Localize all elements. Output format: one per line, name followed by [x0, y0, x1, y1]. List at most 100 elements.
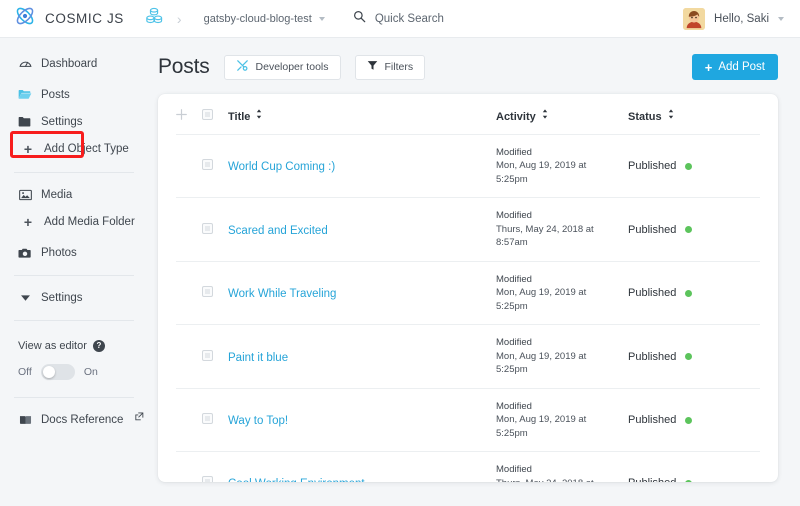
sidebar-item-settings[interactable]: Settings — [0, 285, 148, 311]
row-checkbox[interactable] — [202, 413, 213, 425]
plus-icon: + — [23, 214, 33, 230]
quick-search-label: Quick Search — [374, 12, 444, 25]
sort-arrows-icon — [668, 109, 674, 122]
row-checkbox[interactable] — [202, 349, 213, 361]
toggle-off-label: Off — [18, 366, 32, 378]
table-row: Paint it blue Modified Mon, Aug 19, 2019 a… — [176, 324, 760, 389]
user-menu[interactable]: Hello, Saki — [683, 7, 800, 30]
bucket-selector[interactable]: gatsby-cloud-blog-test — [204, 13, 325, 25]
row-move-cell — [176, 134, 202, 199]
sidebar-item-label: Add Object Type — [44, 143, 129, 155]
move-icon[interactable] — [176, 109, 187, 123]
sidebar-item-label: Posts — [41, 88, 70, 101]
post-title-link[interactable]: Work While Traveling — [228, 288, 336, 300]
app-root: COSMIC JS › gatsby-cloud-blog-test Quick… — [0, 0, 800, 506]
view-as-editor-toggle[interactable] — [40, 364, 75, 380]
status-dot-icon — [685, 416, 693, 424]
row-activity-cell: Modified Mon, Aug 19, 2019 at 5:25pm — [496, 261, 628, 326]
table-body: World Cup Coming :) Modified Mon, Aug 19, … — [176, 134, 760, 482]
brand-logo[interactable]: COSMIC JS — [0, 5, 124, 32]
post-title-link[interactable]: Scared and Excited — [228, 225, 328, 237]
row-checkbox[interactable] — [202, 476, 213, 482]
row-move-cell — [176, 388, 202, 453]
row-checkbox[interactable] — [202, 222, 213, 234]
sidebar: Dashboard Posts Settings + Add Object Ty… — [0, 38, 148, 506]
post-title-link[interactable]: Cool Working Environment — [228, 478, 365, 482]
row-activity-cell: Modified Mon, Aug 19, 2019 at 5:25pm — [496, 134, 628, 199]
sidebar-item-dashboard[interactable]: Dashboard — [0, 50, 148, 77]
row-checkbox[interactable] — [202, 286, 213, 298]
activity-date: Mon, Aug 19, 2019 at — [496, 287, 587, 299]
image-icon — [18, 189, 32, 201]
activity-time: 5:25pm — [496, 300, 528, 312]
post-title-link[interactable]: Paint it blue — [228, 352, 288, 364]
post-title-link[interactable]: Way to Top! — [228, 415, 288, 427]
camera-icon — [18, 247, 32, 259]
column-activity[interactable]: Activity — [496, 94, 628, 135]
help-icon[interactable]: ? — [92, 340, 105, 352]
row-title-cell: World Cup Coming :) — [228, 134, 496, 199]
status-dot-icon — [685, 162, 693, 170]
activity-date: Thurs, May 24, 2018 at — [496, 223, 594, 235]
sidebar-item-posts[interactable]: Posts — [0, 81, 148, 108]
bucket-breadcrumb[interactable]: › gatsby-cloud-blog-test — [146, 7, 325, 30]
column-status-label: Status — [628, 111, 662, 123]
column-status[interactable]: Status — [628, 94, 760, 135]
status-badge: Published — [628, 414, 677, 427]
toggle-knob — [42, 366, 55, 378]
add-post-button[interactable]: + Add Post — [691, 54, 778, 80]
post-title-link[interactable]: World Cup Coming :) — [228, 161, 335, 173]
status-badge: Published — [628, 160, 677, 173]
posts-table-card: Title Activity Status World Cup Coming:… — [158, 94, 778, 482]
status-badge: Published — [628, 287, 677, 300]
row-select-cell — [202, 324, 228, 389]
row-select-cell — [202, 388, 228, 453]
activity-label: Modified — [496, 210, 532, 222]
row-title-cell: Work While Traveling — [228, 261, 496, 326]
toggle-on-label: On — [83, 366, 98, 378]
filters-button[interactable]: Filters — [354, 54, 426, 80]
atom-logo-icon — [14, 5, 36, 32]
sidebar-item-add-object-type[interactable]: + Add Object Type — [0, 135, 148, 163]
folder-icon — [18, 115, 32, 128]
row-status-cell: Published — [628, 261, 760, 326]
row-checkbox[interactable] — [202, 159, 213, 171]
activity-date: Mon, Aug 19, 2019 at — [496, 160, 587, 172]
row-status-cell: Published — [628, 197, 760, 262]
chevron-down-icon[interactable] — [778, 16, 784, 21]
sidebar-item-add-media-folder[interactable]: + Add Media Folder — [0, 208, 148, 236]
sidebar-item-label: Dashboard — [41, 57, 98, 70]
view-as-editor-row: View as editor ? — [18, 340, 148, 352]
status-dot-icon — [685, 479, 693, 482]
main-content: Posts Developer tools Filters + Add Post… — [148, 38, 800, 506]
row-select-cell — [202, 451, 228, 482]
row-title-cell: Scared and Excited — [228, 197, 496, 262]
column-select-all — [202, 94, 228, 135]
tools-icon — [236, 59, 249, 75]
bucket-name-label: gatsby-cloud-blog-test — [203, 12, 312, 25]
select-all-checkbox[interactable] — [202, 109, 213, 120]
row-move-cell — [176, 324, 202, 389]
status-dot-icon — [685, 353, 693, 361]
view-as-editor-toggle-row: Off On — [18, 364, 148, 380]
row-move-cell — [176, 451, 202, 482]
row-activity-cell: Modified Mon, Aug 19, 2019 at 5:25pm — [496, 388, 628, 453]
row-status-cell: Published — [628, 134, 760, 199]
row-move-cell — [176, 261, 202, 326]
quick-search[interactable]: Quick Search — [353, 10, 444, 28]
developer-tools-button[interactable]: Developer tools — [223, 54, 341, 80]
add-post-label: Add Post — [718, 61, 765, 73]
book-icon — [18, 414, 32, 426]
sidebar-item-media[interactable]: Media — [0, 182, 148, 208]
column-title[interactable]: Title — [228, 94, 496, 135]
sidebar-item-docs-reference[interactable]: Docs Reference — [0, 407, 148, 433]
activity-label: Modified — [496, 464, 532, 476]
status-badge: Published — [628, 223, 677, 236]
sidebar-item-label: Settings — [41, 115, 83, 128]
row-activity-cell: Modified Thurs, May 24, 2018 at 8:57am — [496, 197, 628, 262]
sidebar-item-label: Media — [41, 189, 73, 201]
sidebar-item-object-settings[interactable]: Settings — [0, 108, 148, 135]
sidebar-item-photos[interactable]: Photos — [0, 240, 148, 266]
sidebar-item-label: Photos — [41, 247, 77, 259]
sidebar-divider — [14, 320, 134, 321]
